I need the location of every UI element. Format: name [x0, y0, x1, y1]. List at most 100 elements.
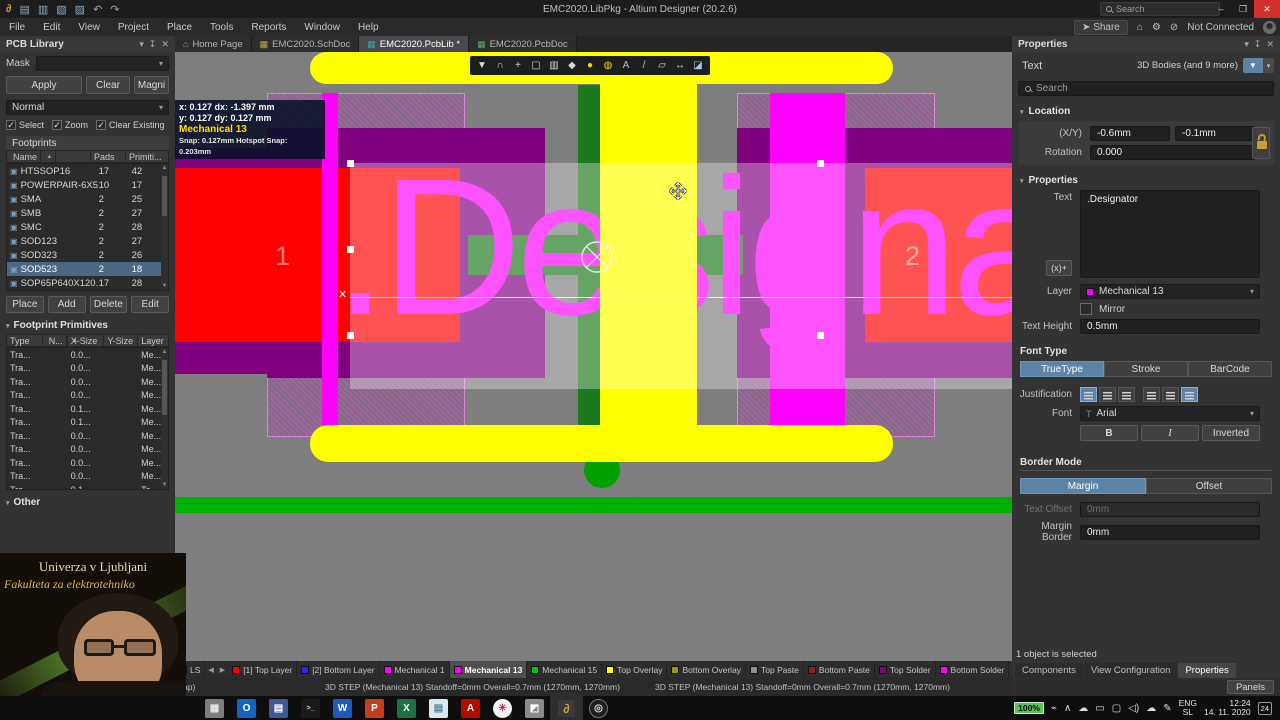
tab-properties[interactable]: Properties [1178, 663, 1236, 678]
footprint-row[interactable]: ▣ SMC 2 28 [7, 220, 168, 234]
mirror-checkbox[interactable] [1080, 303, 1092, 315]
select-checkbox[interactable]: ✓ Select [6, 120, 44, 130]
text-value-field[interactable]: .Designator [1080, 190, 1260, 278]
properties-search-input[interactable]: Search [1018, 81, 1274, 96]
layer-tab-bottom[interactable]: [2] Bottom Layer [297, 661, 380, 678]
location-section-header[interactable]: ▾ Location [1020, 106, 1280, 117]
taskbar-powerpoint-icon[interactable]: P [365, 698, 384, 718]
taskbar-acrobat-icon[interactable]: A [461, 698, 480, 718]
footprint-row-selected[interactable]: ▣ SOD523 2 18 [7, 262, 168, 276]
tab-home-page[interactable]: ⌂ Home Page [175, 36, 252, 52]
taskbar-outlook-icon[interactable]: O [237, 698, 256, 718]
primitive-row[interactable]: Tra... 0.0... Me... [7, 456, 168, 470]
taskbar-remote-desktop-icon[interactable]: ▦ [205, 698, 224, 718]
primitive-row[interactable]: Tra... 0.0... Me... [7, 470, 168, 484]
taskbar-slack-icon[interactable]: ✳ [493, 698, 512, 718]
primitive-row[interactable]: Tra... 0.1... Te... [7, 483, 168, 489]
taskbar-word-icon[interactable]: W [333, 698, 352, 718]
primitive-row[interactable]: Tra... 0.0... Me... [7, 429, 168, 443]
italic-button[interactable]: I [1141, 425, 1199, 441]
scroll-up-icon[interactable]: ▲ [161, 165, 168, 171]
menu-place[interactable]: Place [158, 22, 201, 33]
mech15-bottom-strip[interactable] [175, 497, 1012, 513]
mode-dropdown[interactable]: Normal ▾ [6, 100, 169, 115]
properties-section-header[interactable]: ▾ Properties [1020, 175, 1280, 186]
truetype-tab[interactable]: TrueType [1020, 361, 1104, 377]
layer-tab-mech15[interactable]: Mechanical 15 [527, 661, 603, 678]
footprint-row[interactable]: ▣ SOD323 2 26 [7, 248, 168, 262]
menu-help[interactable]: Help [349, 22, 388, 33]
barcode-tab[interactable]: BarCode [1188, 361, 1272, 377]
scroll-down-icon[interactable]: ▼ [161, 482, 168, 488]
pen-icon[interactable]: ✎ [1163, 703, 1171, 714]
tab-pcblib[interactable]: ▦ EMC2020.PcbLib * [359, 36, 470, 52]
tab-view-configuration[interactable]: View Configuration [1083, 663, 1178, 678]
tray-expand-icon[interactable]: ∧ [1064, 703, 1071, 714]
layer-tab-mech1[interactable]: Mechanical 1 [380, 661, 450, 678]
volume-icon[interactable]: ◁) [1128, 703, 1139, 714]
primitives-scrollbar[interactable]: ▲ ▼ [161, 348, 168, 489]
primitive-row[interactable]: Tra... 0.0... Me... [7, 443, 168, 457]
offset-tab[interactable]: Offset [1146, 478, 1272, 494]
justify-left-button[interactable] [1080, 387, 1097, 402]
primitive-row[interactable]: Tra... 0.1... Me... [7, 416, 168, 430]
primitive-row[interactable]: Tra... 0.1... Me... [7, 402, 168, 416]
justify-middle-button[interactable] [1162, 387, 1179, 402]
language-indicator[interactable]: ENG SL [1179, 699, 1197, 717]
tab-schdoc[interactable]: ▦ EMC2020.SchDoc [251, 36, 360, 52]
margin-tab[interactable]: Margin [1020, 478, 1146, 494]
clear-button[interactable]: Clear [86, 76, 130, 94]
cursor-cross-icon[interactable]: + [510, 58, 526, 73]
scope-filter-dropdown[interactable]: ▾ [1263, 58, 1274, 73]
justify-top-button[interactable] [1143, 387, 1160, 402]
primitive-row[interactable]: Tra... 0.0... Me... [7, 348, 168, 362]
maximize-button[interactable]: ❐ [1232, 0, 1254, 18]
inverted-button[interactable]: Inverted [1202, 425, 1260, 441]
layer-tab-top-overlay[interactable]: Top Overlay [602, 661, 668, 678]
layer-scroll-right-icon[interactable]: ▶ [217, 666, 228, 674]
pad-icon[interactable]: ● [582, 58, 598, 73]
selection-handle[interactable] [347, 332, 354, 339]
menu-file[interactable]: File [0, 22, 34, 33]
solder-mask-strip[interactable] [175, 337, 267, 374]
eraser-icon[interactable]: ◆ [564, 58, 580, 73]
connection-status[interactable]: Not Connected [1187, 22, 1254, 33]
home-icon[interactable]: ⌂ [1137, 22, 1143, 33]
via-icon[interactable]: ◍ [600, 58, 616, 73]
menu-edit[interactable]: Edit [34, 22, 69, 33]
footprints-scrollbar[interactable]: ▲ ▼ [161, 164, 168, 290]
menu-window[interactable]: Window [295, 22, 349, 33]
selection-handle[interactable] [817, 332, 824, 339]
line-icon[interactable]: / [636, 58, 652, 73]
taskbar-notepad-icon[interactable]: ▤ [429, 698, 448, 718]
special-string-button[interactable]: (x)+ [1046, 260, 1072, 276]
justify-bottom-button[interactable] [1181, 387, 1198, 402]
primitives-list[interactable]: Tra... 0.0... Me... Tra... 0.0... Me... Tra.… [6, 347, 169, 490]
zoom-checkbox[interactable]: ✓ Zoom [52, 120, 88, 130]
mask-dropdown[interactable]: ▾ [35, 56, 169, 71]
taskbar-obs-icon[interactable]: ◎ [589, 698, 608, 718]
selection-handle[interactable] [347, 246, 354, 253]
panel-close-icon[interactable]: ✕ [161, 39, 169, 50]
layer-tab-mech13-active[interactable]: Mechanical 13 [449, 661, 528, 678]
user-avatar[interactable]: ☻ [1263, 20, 1276, 34]
share-button[interactable]: ➤ Share [1074, 19, 1128, 35]
battery-indicator[interactable]: 100% [1014, 702, 1044, 714]
layer-tab-bottom-paste[interactable]: Bottom Paste [804, 661, 875, 678]
footprints-table-header[interactable]: Name ▲ Pads Primiti... [6, 150, 169, 163]
tab-pcbdoc[interactable]: ▦ EMC2020.PcbDoc [469, 36, 577, 52]
3d-body-bottom-bar[interactable] [310, 425, 893, 462]
layer-tab-top-paste[interactable]: Top Paste [746, 661, 804, 678]
stroke-tab[interactable]: Stroke [1104, 361, 1188, 377]
primitive-row[interactable]: Tra... 0.0... Me... [7, 375, 168, 389]
menu-view[interactable]: View [69, 22, 109, 33]
footprints-list[interactable]: ▣ HTSSOP16 17 42 ▣ POWERPAIR-6X5 10 17 ▣ SMA 2 25… [6, 163, 169, 291]
selection-handle[interactable] [347, 160, 354, 167]
y-field[interactable]: -0.1mm [1175, 126, 1255, 141]
menu-tools[interactable]: Tools [201, 22, 242, 33]
magnify-button[interactable]: Magni [134, 76, 169, 94]
rotation-field[interactable]: 0.000 [1090, 145, 1255, 160]
taskbar-terminal-icon[interactable]: >_ [301, 698, 320, 718]
primitives-table-header[interactable]: Type N... ▲ X-Size Y-Size Layer [6, 334, 169, 347]
panel-close-icon[interactable]: ✕ [1266, 39, 1274, 50]
